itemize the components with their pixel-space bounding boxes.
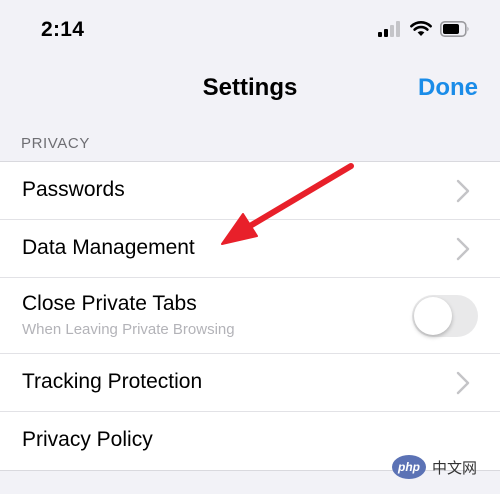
row-label: Privacy Policy xyxy=(22,428,153,451)
close-private-tabs-toggle[interactable] xyxy=(412,295,478,337)
chevron-right-icon xyxy=(456,237,470,261)
status-bar: 2:14 xyxy=(0,0,500,62)
row-label: Tracking Protection xyxy=(22,370,203,393)
done-button[interactable]: Done xyxy=(418,74,478,102)
status-time: 2:14 xyxy=(41,18,85,41)
chevron-right-icon xyxy=(456,179,470,203)
row-data-management[interactable]: Data Management xyxy=(0,220,500,278)
row-tracking-protection[interactable]: Tracking Protection xyxy=(0,354,500,412)
cellular-signal-icon xyxy=(378,20,400,37)
row-close-private-tabs: Close Private Tabs When Leaving Private … xyxy=(0,278,500,354)
nav-bar: Settings Done xyxy=(0,62,500,118)
toggle-knob xyxy=(414,297,452,335)
battery-icon xyxy=(440,20,469,37)
privacy-settings-list: Passwords Data Management Close Private … xyxy=(0,161,500,471)
row-label: Close Private Tabs xyxy=(22,292,197,315)
watermark-text: 中文网 xyxy=(432,458,478,477)
chevron-right-icon xyxy=(456,371,470,395)
section-header-privacy: PRIVACY xyxy=(21,135,90,152)
row-passwords[interactable]: Passwords xyxy=(0,162,500,220)
wifi-icon xyxy=(410,21,432,36)
watermark-logo: php xyxy=(392,455,426,479)
row-label: Data Management xyxy=(22,236,195,259)
row-sublabel: When Leaving Private Browsing xyxy=(22,321,235,338)
status-icons xyxy=(378,20,470,37)
row-label: Passwords xyxy=(22,178,125,201)
watermark: php 中文网 xyxy=(392,455,477,479)
